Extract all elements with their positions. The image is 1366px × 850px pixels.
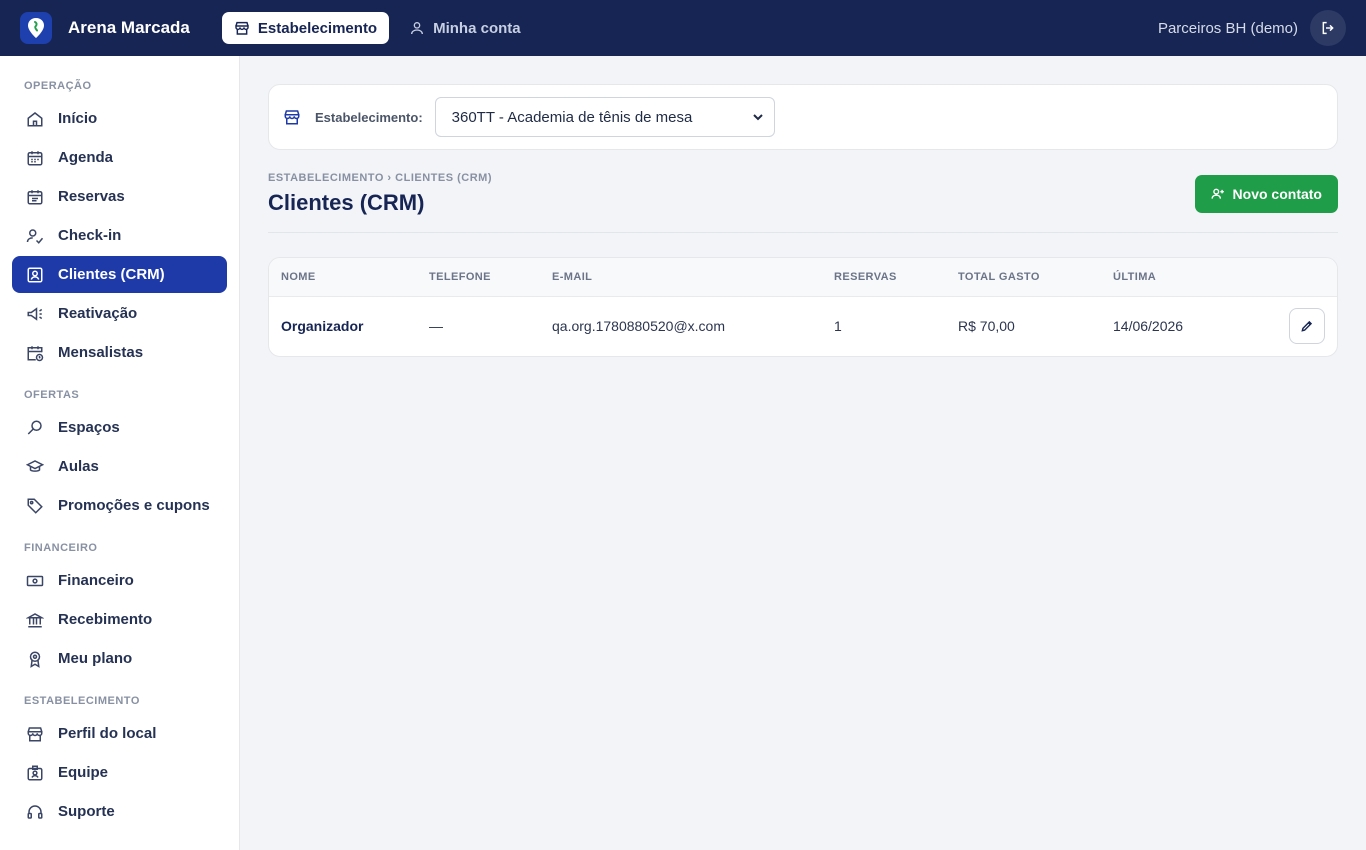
headset-icon bbox=[27, 804, 43, 819]
table-row[interactable]: Organizador — qa.org.1780880520@x.com 1 … bbox=[269, 296, 1337, 356]
sidebar-item-financeiro[interactable]: Financeiro bbox=[12, 562, 227, 599]
sidebar-item-label: Financeiro bbox=[58, 572, 134, 589]
page-title: Clientes (CRM) bbox=[268, 190, 425, 215]
home-icon bbox=[27, 111, 43, 126]
sidebar-item-agenda[interactable]: Agenda bbox=[12, 139, 227, 176]
calendar-list-icon bbox=[27, 189, 43, 204]
sidebar-item-label: Aulas bbox=[58, 458, 99, 475]
cell-ultima: 14/06/2026 bbox=[1113, 318, 1184, 335]
edit-button[interactable] bbox=[1289, 308, 1325, 345]
cell-actions bbox=[1241, 296, 1337, 356]
racket-icon bbox=[27, 420, 42, 435]
section-title-operacao: OPERAÇÃO bbox=[24, 80, 92, 92]
section-title-financeiro: FINANCEIRO bbox=[24, 542, 98, 554]
store-icon bbox=[284, 110, 300, 125]
cell-reservas: 1 bbox=[834, 318, 842, 335]
column-header-actions bbox=[1241, 258, 1337, 297]
user-plus-icon bbox=[1211, 188, 1224, 199]
tab-minha-conta-label: Minha conta bbox=[433, 19, 521, 37]
tag-icon bbox=[27, 498, 43, 514]
app-logo[interactable] bbox=[20, 12, 52, 44]
store-icon bbox=[235, 21, 249, 35]
tab-estabelecimento-label: Estabelecimento bbox=[257, 19, 378, 37]
sidebar-item-suporte[interactable]: Suporte bbox=[12, 793, 227, 830]
column-header-telefone[interactable]: TELEFONE bbox=[417, 258, 540, 297]
sidebar-item-espacos[interactable]: Espaços bbox=[12, 409, 227, 446]
cell-nome: Organizador bbox=[281, 318, 364, 335]
cell-total-gasto: R$ 70,00 bbox=[958, 318, 1015, 335]
sidebar-item-promocoes[interactable]: Promoções e cupons bbox=[12, 487, 227, 524]
establishment-selected-value: 360TT - Academia de tênis de mesa bbox=[451, 108, 693, 126]
graduation-cap-icon bbox=[26, 459, 44, 472]
sidebar-item-label: Agenda bbox=[58, 149, 114, 166]
cell-email: qa.org.1780880520@x.com bbox=[552, 318, 725, 335]
section-title-ofertas: OFERTAS bbox=[24, 389, 80, 401]
sidebar-item-label: Início bbox=[58, 110, 98, 127]
clients-table-card: NOME TELEFONE E-MAIL RESERVAS TOTAL GAST… bbox=[268, 257, 1338, 357]
column-header-ultima[interactable]: ÚLTIMA bbox=[1101, 258, 1241, 297]
sidebar-item-label: Reativação bbox=[58, 305, 138, 322]
establishment-label: Estabelecimento: bbox=[315, 109, 423, 125]
sidebar-item-label: Check-in bbox=[58, 227, 122, 244]
page-header: ESTABELECIMENTO › CLIENTES (CRM) Cliente… bbox=[268, 172, 1338, 233]
new-contact-button[interactable]: Novo contato bbox=[1194, 175, 1338, 213]
establishment-select[interactable]: 360TT - Academia de tênis de mesa bbox=[434, 97, 775, 137]
sidebar-item-meu-plano[interactable]: Meu plano bbox=[12, 640, 227, 677]
megaphone-icon bbox=[27, 306, 43, 321]
chevron-down-icon bbox=[752, 114, 763, 121]
sidebar-item-inicio[interactable]: Início bbox=[12, 100, 227, 137]
tab-estabelecimento[interactable]: Estabelecimento bbox=[221, 12, 390, 44]
sidebar-item-recebimento[interactable]: Recebimento bbox=[12, 601, 227, 638]
main-content: Estabelecimento: 360TT - Academia de tên… bbox=[240, 56, 1366, 850]
tab-minha-conta[interactable]: Minha conta bbox=[397, 12, 533, 44]
bank-icon bbox=[26, 612, 44, 627]
pencil-icon bbox=[1301, 321, 1313, 332]
establishment-selector-card: Estabelecimento: 360TT - Academia de tên… bbox=[268, 84, 1338, 150]
sidebar-item-label: Recebimento bbox=[58, 611, 153, 628]
column-header-reservas[interactable]: RESERVAS bbox=[822, 258, 946, 297]
sidebar-item-mensalistas[interactable]: Mensalistas bbox=[12, 334, 227, 371]
sidebar-item-reativacao[interactable]: Reativação bbox=[12, 295, 227, 332]
user-check-icon bbox=[26, 228, 44, 244]
table-header-row: NOME TELEFONE E-MAIL RESERVAS TOTAL GAST… bbox=[269, 258, 1337, 297]
store-icon bbox=[27, 726, 43, 741]
sidebar-item-label: Meu plano bbox=[58, 650, 133, 667]
top-bar: Arena Marcada Estabelecimento Minha cont… bbox=[0, 0, 1366, 56]
sidebar-item-perfil-do-local[interactable]: Perfil do local bbox=[12, 715, 227, 752]
column-header-nome[interactable]: NOME bbox=[269, 258, 417, 297]
banknote-icon bbox=[26, 575, 44, 586]
logout-icon bbox=[1322, 21, 1334, 35]
clients-table: NOME TELEFONE E-MAIL RESERVAS TOTAL GAST… bbox=[269, 258, 1337, 356]
breadcrumb: ESTABELECIMENTO › CLIENTES (CRM) bbox=[268, 172, 492, 184]
sidebar-item-check-in[interactable]: Check-in bbox=[12, 217, 227, 254]
new-contact-label: Novo contato bbox=[1232, 186, 1322, 202]
brand-name: Arena Marcada bbox=[68, 18, 190, 37]
sidebar-item-label: Suporte bbox=[58, 803, 115, 820]
sidebar-item-reservas[interactable]: Reservas bbox=[12, 178, 227, 215]
user-icon bbox=[411, 22, 424, 35]
sidebar-item-clientes-crm[interactable]: Clientes (CRM) bbox=[12, 256, 227, 293]
calendar-icon bbox=[27, 150, 43, 165]
column-header-total-gasto[interactable]: TOTAL GASTO bbox=[946, 258, 1101, 297]
sidebar-item-label: Mensalistas bbox=[58, 344, 144, 361]
sidebar-item-label: Clientes (CRM) bbox=[58, 266, 165, 283]
sidebar: OPERAÇÃO Início Agenda Reservas Check-in… bbox=[0, 56, 240, 850]
sidebar-item-label: Promoções e cupons bbox=[58, 497, 210, 514]
calendar-clock-icon bbox=[27, 345, 44, 361]
section-title-estabelecimento: ESTABELECIMENTO bbox=[24, 695, 140, 707]
logout-button[interactable] bbox=[1310, 10, 1346, 46]
sidebar-item-label: Perfil do local bbox=[58, 725, 157, 742]
sidebar-item-aulas[interactable]: Aulas bbox=[12, 448, 227, 485]
user-name: Parceiros BH (demo) bbox=[1157, 19, 1298, 37]
column-header-email[interactable]: E-MAIL bbox=[540, 258, 822, 297]
sidebar-item-label: Reservas bbox=[58, 188, 125, 205]
id-badge-icon bbox=[27, 765, 43, 780]
contact-card-icon bbox=[27, 267, 43, 282]
cell-telefone: — bbox=[429, 318, 443, 335]
sidebar-item-label: Equipe bbox=[58, 764, 109, 781]
sidebar-item-equipe[interactable]: Equipe bbox=[12, 754, 227, 791]
sidebar-item-label: Espaços bbox=[58, 419, 120, 436]
award-icon bbox=[29, 651, 41, 668]
